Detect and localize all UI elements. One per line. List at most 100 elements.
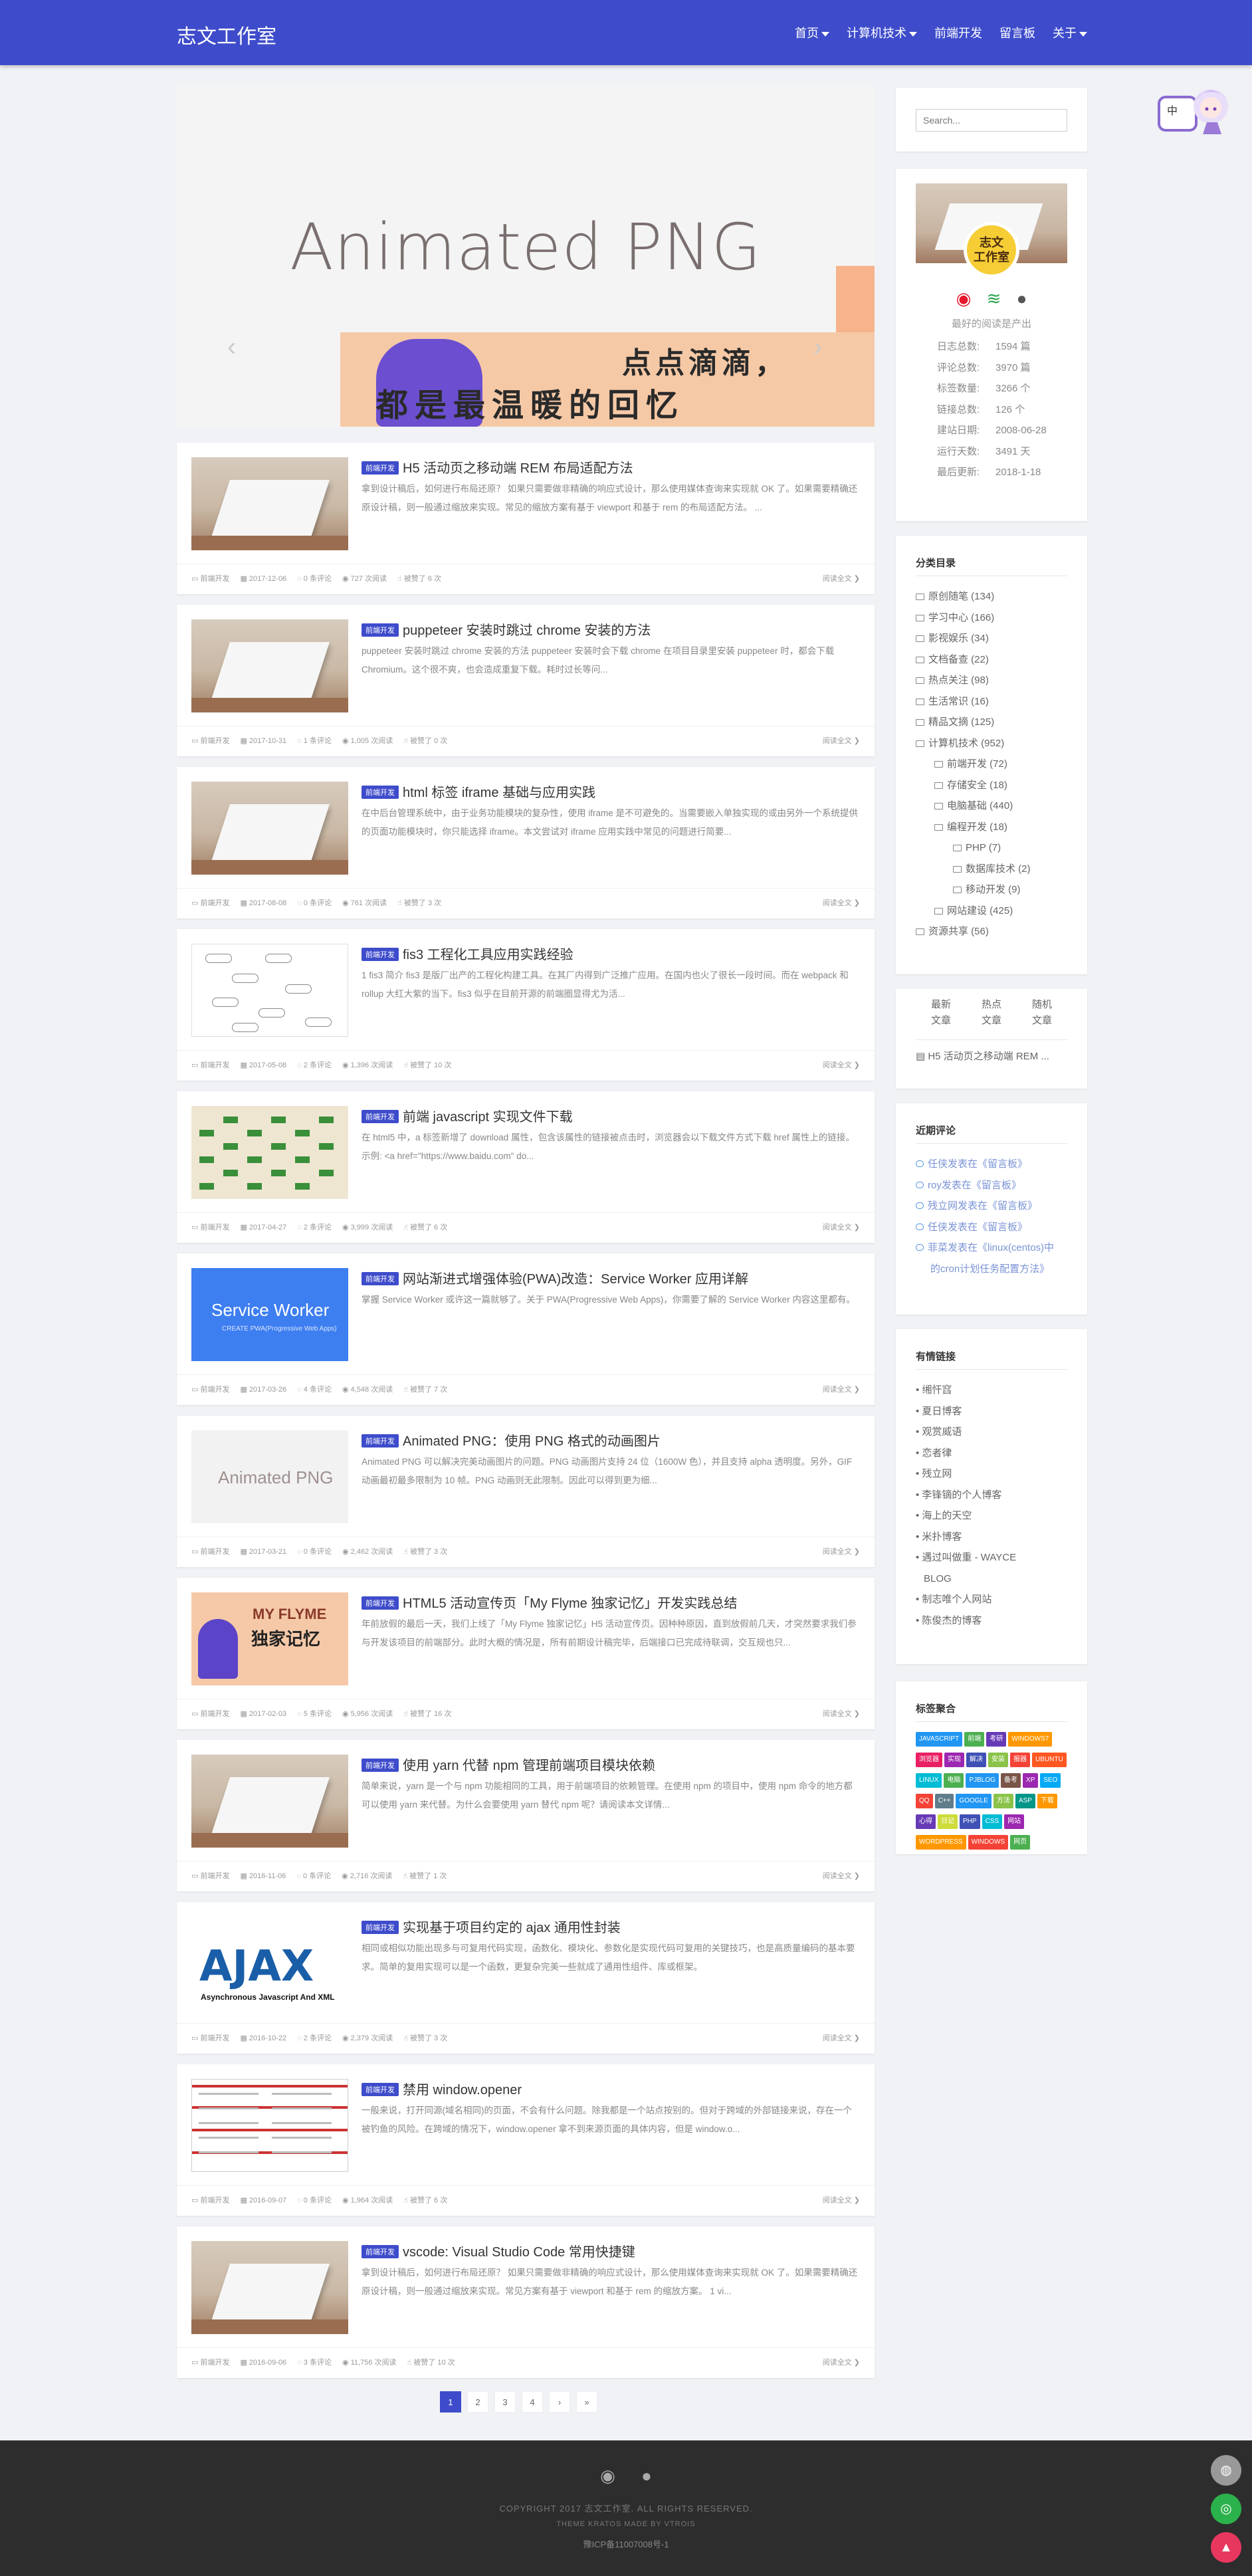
- read-more-link[interactable]: 阅读全文 ❯: [823, 1059, 860, 1070]
- post-thumbnail[interactable]: [191, 782, 348, 875]
- read-more-link[interactable]: 阅读全文 ❯: [823, 735, 860, 746]
- post-thumbnail[interactable]: Animated PNG: [191, 1430, 348, 1523]
- category-item[interactable]: 数据库技术 (2): [916, 859, 1031, 880]
- post-title[interactable]: 前端开发 puppeteer 安装时跳过 chrome 安装的方法: [362, 619, 861, 639]
- post-title[interactable]: 前端开发 html 标签 iframe 基础与应用实践: [362, 782, 861, 801]
- wechat-button[interactable]: ◎: [1211, 2494, 1241, 2524]
- post-thumbnail[interactable]: [191, 1755, 348, 1848]
- post-meta-category[interactable]: ▭ 前端开发: [191, 1710, 229, 1718]
- post-thumbnail[interactable]: [191, 944, 348, 1037]
- category-item[interactable]: 学习中心 (166): [916, 607, 1031, 629]
- post-meta-comments[interactable]: ◌ 0 条评论: [297, 1548, 332, 1556]
- category-item[interactable]: 原创随笔 (134): [916, 586, 1031, 607]
- friend-link[interactable]: • 制志唯个人网站: [916, 1589, 1016, 1610]
- category-badge[interactable]: 前端开发: [362, 2245, 399, 2258]
- comment-item[interactable]: 任侠发表在《留言板》: [916, 1154, 1054, 1175]
- comment-item[interactable]: 菲菜发表在《linux(centos)中: [916, 1237, 1054, 1259]
- comment-item[interactable]: roy发表在《留言板》: [916, 1175, 1054, 1196]
- tag-chip[interactable]: UBUNTU: [1032, 1753, 1067, 1767]
- read-more-link[interactable]: 阅读全文 ❯: [823, 2032, 860, 2043]
- post-title[interactable]: 前端开发 Animated PNG：使用 PNG 格式的动画图片: [362, 1430, 861, 1449]
- page-button[interactable]: 2: [467, 2391, 488, 2413]
- tag-chip[interactable]: 考研: [986, 1732, 1007, 1747]
- post-title[interactable]: 前端开发 前端 javascript 实现文件下载: [362, 1106, 861, 1125]
- tag-chip[interactable]: 报器: [1010, 1753, 1030, 1767]
- category-badge[interactable]: 前端开发: [362, 1272, 399, 1285]
- tag-chip[interactable]: WINDOWS: [968, 1835, 1009, 1850]
- post-meta-comments[interactable]: ◌ 3 条评论: [297, 2359, 332, 2367]
- post-title[interactable]: 前端开发 fis3 工程化工具应用实践经验: [362, 944, 861, 963]
- friend-link[interactable]: • 李锋镝的个人博客: [916, 1485, 1016, 1506]
- comment-item[interactable]: 残立网发表在《留言板》: [916, 1196, 1054, 1217]
- post-meta-category[interactable]: ▭ 前端开发: [191, 2359, 229, 2367]
- read-more-link[interactable]: 阅读全文 ❯: [823, 1870, 860, 1881]
- friend-link[interactable]: • 海上的天空: [916, 1505, 1016, 1527]
- github-icon[interactable]: ●: [1017, 288, 1027, 309]
- tag-chip[interactable]: WINDOWS7: [1008, 1732, 1053, 1747]
- post-thumbnail[interactable]: [191, 619, 348, 712]
- tag-chip[interactable]: 解决: [966, 1753, 986, 1767]
- post-meta-category[interactable]: ▭ 前端开发: [191, 1548, 229, 1556]
- nav-item[interactable]: 计算机技术: [847, 24, 917, 41]
- post-title[interactable]: 前端开发 HTML5 活动宣传页「My Flyme 独家记忆」开发实践总结: [362, 1592, 861, 1612]
- post-thumbnail[interactable]: [191, 2079, 348, 2172]
- icp-number[interactable]: 豫ICP备11007008号-1: [0, 2537, 1252, 2550]
- post-thumbnail[interactable]: Service Worker CREATE PWA(Progressive Web…: [191, 1268, 348, 1361]
- category-badge[interactable]: 前端开发: [362, 1596, 399, 1610]
- page-button[interactable]: 1: [440, 2391, 461, 2413]
- tag-chip[interactable]: 前端: [964, 1732, 985, 1747]
- read-more-link[interactable]: 阅读全文 ❯: [823, 2357, 860, 2367]
- post-meta-comments[interactable]: ◌ 0 条评论: [296, 1872, 331, 1880]
- category-badge[interactable]: 前端开发: [362, 1759, 399, 1772]
- tag-chip[interactable]: SEO: [1040, 1773, 1061, 1788]
- page-button[interactable]: »: [576, 2391, 597, 2413]
- friend-link[interactable]: • 残立网: [916, 1463, 1016, 1485]
- tag-chip[interactable]: JAVASCRIPT: [916, 1732, 963, 1747]
- post-title[interactable]: 前端开发 使用 yarn 代替 npm 管理前端项目模块依赖: [362, 1755, 861, 1774]
- mascot-widget[interactable]: 中: [1158, 80, 1232, 134]
- category-item[interactable]: 文档备查 (22): [916, 649, 1031, 671]
- tag-chip[interactable]: 备考: [1000, 1773, 1021, 1788]
- friend-link[interactable]: • 夏日博客: [916, 1401, 1016, 1422]
- post-meta-comments[interactable]: ◌ 0 条评论: [297, 2197, 332, 2204]
- post-title[interactable]: 前端开发 实现基于项目约定的 ajax 通用性封装: [362, 1917, 861, 1936]
- post-meta-category[interactable]: ▭ 前端开发: [191, 899, 229, 907]
- tag-chip[interactable]: 安装: [988, 1753, 1008, 1767]
- tag-chip[interactable]: 网页: [1010, 1835, 1031, 1850]
- post-title[interactable]: 前端开发 H5 活动页之移动端 REM 布局适配方法: [362, 457, 861, 477]
- search-input[interactable]: [916, 109, 1067, 132]
- post-thumbnail[interactable]: MY FLYME 独家记忆: [191, 1592, 348, 1685]
- friend-link[interactable]: BLOG: [916, 1568, 1016, 1590]
- read-more-link[interactable]: 阅读全文 ❯: [823, 1708, 860, 1719]
- article-tab[interactable]: 热点 文章: [966, 997, 1017, 1029]
- article-tab[interactable]: 随机 文章: [1017, 997, 1067, 1029]
- nav-item[interactable]: 首页: [795, 24, 829, 41]
- post-meta-comments[interactable]: ◌ 2 条评论: [297, 1061, 332, 1069]
- category-badge[interactable]: 前端开发: [362, 1110, 399, 1123]
- banner-slider[interactable]: 点点滴滴， 都是最温暖的回忆 Animated PNG ‹ ›: [177, 86, 875, 427]
- comment-item[interactable]: 任侠发表在《留言板》: [916, 1217, 1054, 1238]
- post-meta-category[interactable]: ▭ 前端开发: [191, 1224, 229, 1232]
- tag-chip[interactable]: 心得: [916, 1814, 936, 1829]
- friend-link[interactable]: • 缃忓窞: [916, 1380, 1016, 1401]
- tab-article-item[interactable]: ▤ H5 活动页之移动端 REM ...: [916, 1049, 1049, 1063]
- github-icon[interactable]: ●: [641, 2466, 652, 2486]
- friend-link[interactable]: • 米扑博客: [916, 1527, 1016, 1548]
- category-item[interactable]: 热点关注 (98): [916, 670, 1031, 691]
- nav-item[interactable]: 关于: [1053, 24, 1087, 41]
- page-button[interactable]: ›: [549, 2391, 570, 2413]
- friend-link[interactable]: • 恋者律: [916, 1443, 1016, 1464]
- friend-link[interactable]: • 观赏威语: [916, 1422, 1016, 1443]
- post-meta-category[interactable]: ▭ 前端开发: [191, 737, 229, 745]
- category-badge[interactable]: 前端开发: [362, 1434, 399, 1448]
- read-more-link[interactable]: 阅读全文 ❯: [823, 1384, 860, 1394]
- friend-link[interactable]: • 陈俊杰的博客: [916, 1610, 1016, 1632]
- category-item[interactable]: 资源共享 (56): [916, 921, 1031, 942]
- tag-chip[interactable]: 下载: [1037, 1794, 1057, 1808]
- post-meta-comments[interactable]: ◌ 0 条评论: [297, 899, 332, 907]
- tag-chip[interactable]: PJBLOG: [966, 1773, 999, 1788]
- category-item[interactable]: 编程开发 (18): [916, 817, 1031, 838]
- post-meta-comments[interactable]: ◌ 0 条评论: [297, 575, 332, 583]
- post-meta-comments[interactable]: ◌ 4 条评论: [297, 1386, 332, 1394]
- post-meta-category[interactable]: ▭ 前端开发: [191, 1061, 229, 1069]
